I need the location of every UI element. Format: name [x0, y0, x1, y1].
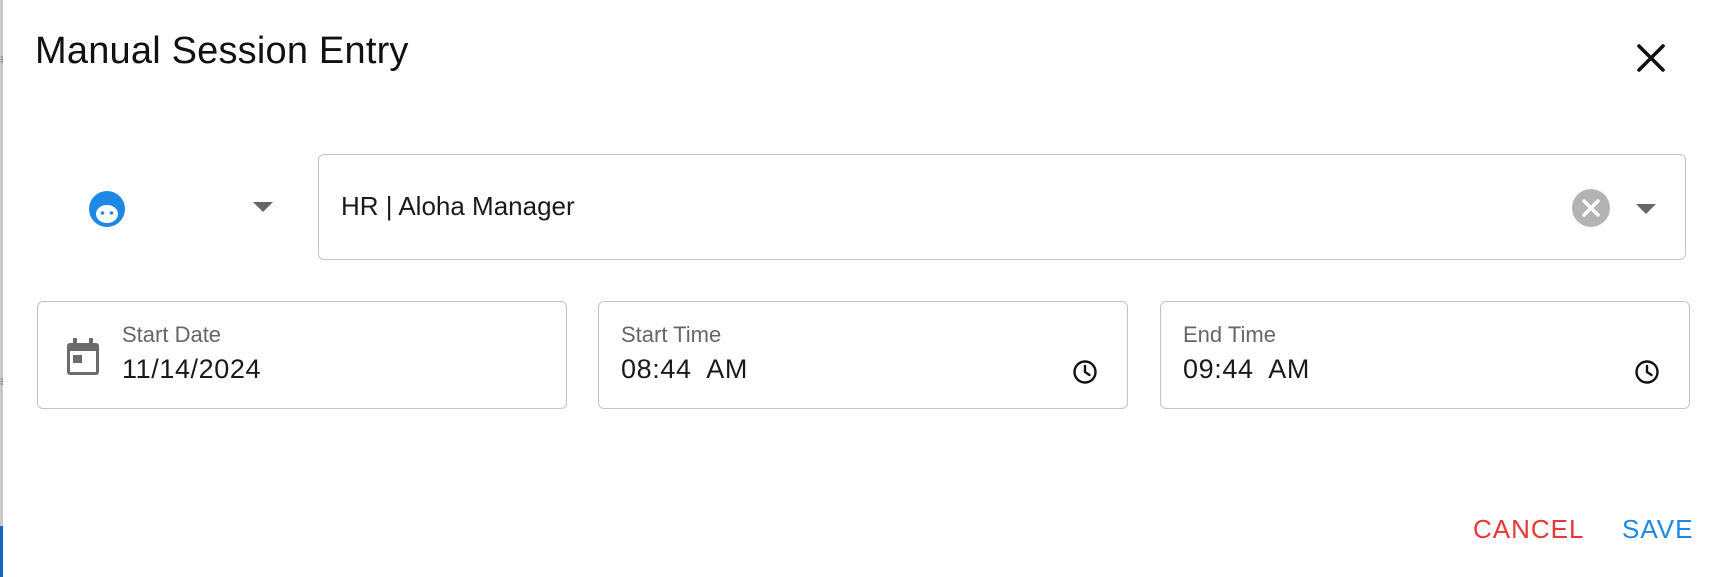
start-time-value[interactable]: 08:44 AM — [621, 354, 748, 385]
cancel-button[interactable]: CANCEL — [1473, 514, 1584, 545]
start-date-label: Start Date — [122, 322, 222, 347]
end-time-field[interactable]: End Time 09:44 AM — [1160, 301, 1690, 409]
chevron-down-icon — [253, 202, 273, 212]
avatar-select[interactable] — [35, 155, 275, 263]
chevron-down-icon[interactable] — [1636, 204, 1656, 214]
end-time-value[interactable]: 09:44 AM — [1183, 354, 1310, 385]
clock-icon[interactable] — [1633, 358, 1661, 386]
clear-icon — [1582, 199, 1600, 217]
start-date-value[interactable]: 11/14/2024 — [122, 354, 261, 385]
start-time-field[interactable]: Start Time 08:44 AM — [598, 301, 1128, 409]
start-time-label: Start Time — [621, 322, 722, 347]
session-autocomplete[interactable]: HR | Aloha Manager — [318, 154, 1686, 260]
close-button[interactable] — [1631, 38, 1671, 78]
end-time-label: End Time — [1183, 322, 1276, 347]
clock-icon[interactable] — [1071, 358, 1099, 386]
save-button[interactable]: SAVE — [1622, 514, 1693, 545]
close-icon — [1637, 44, 1665, 72]
start-date-field[interactable]: Start Date 11/14/2024 — [37, 301, 567, 409]
session-value: HR | Aloha Manager — [341, 191, 575, 221]
manual-session-dialog: Manual Session Entry HR | Aloha Manager — [3, 0, 1720, 577]
clear-button[interactable] — [1572, 189, 1610, 227]
dialog-title: Manual Session Entry — [35, 30, 409, 72]
calendar-icon — [67, 338, 99, 375]
face-icon — [89, 191, 125, 227]
